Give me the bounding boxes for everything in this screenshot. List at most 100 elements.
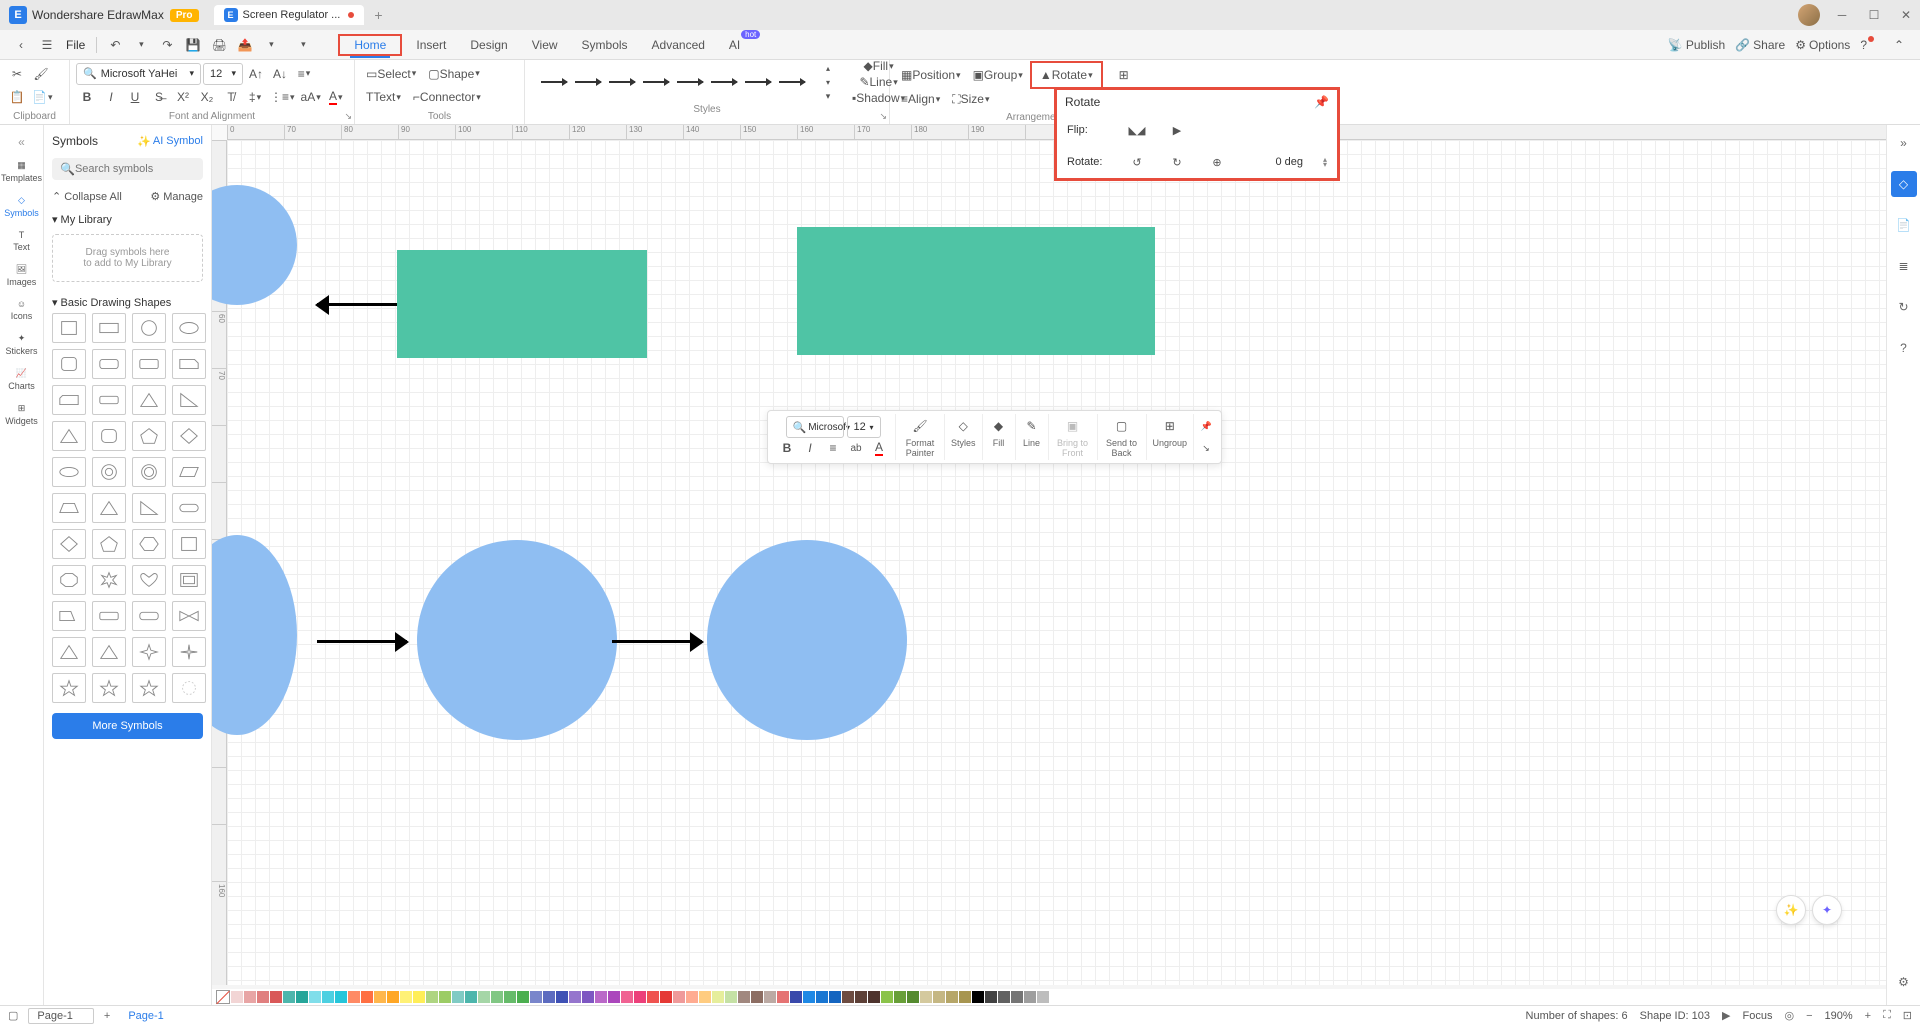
color-swatch[interactable]	[530, 991, 542, 1003]
add-page-button[interactable]: +	[104, 1010, 110, 1022]
shape-roundsq[interactable]	[52, 349, 86, 379]
connector-tool[interactable]: ⌐ Connector▾	[408, 86, 486, 108]
shape-heart[interactable]	[132, 565, 166, 595]
flip-vertical-button[interactable]: ▶	[1167, 120, 1187, 140]
fullscreen-button[interactable]: ⊡	[1903, 1009, 1912, 1022]
print-button[interactable]: 🖨	[208, 34, 230, 56]
canvas-arrow-1[interactable]	[317, 303, 397, 306]
color-swatch[interactable]	[790, 991, 802, 1003]
shape-hexsnip[interactable]	[52, 385, 86, 415]
ft-fill[interactable]: ◆	[989, 416, 1009, 436]
canvas-circle-3[interactable]	[417, 540, 617, 740]
shape-rect[interactable]	[92, 313, 126, 343]
color-swatch[interactable]	[413, 991, 425, 1003]
color-swatch[interactable]	[998, 991, 1010, 1003]
position-button[interactable]: ▦ Position▾	[896, 64, 966, 86]
color-swatch[interactable]	[816, 991, 828, 1003]
shape-gear[interactable]	[172, 673, 206, 703]
color-swatch[interactable]	[686, 991, 698, 1003]
shape-donut[interactable]	[92, 457, 126, 487]
color-swatch[interactable]	[582, 991, 594, 1003]
shape-arrow[interactable]	[92, 637, 126, 667]
color-swatch[interactable]	[387, 991, 399, 1003]
format-painter-button[interactable]: 🖌	[30, 63, 52, 85]
color-swatch[interactable]	[907, 991, 919, 1003]
shape-roundrect[interactable]	[92, 349, 126, 379]
publish-button[interactable]: 📡 Publish	[1668, 38, 1725, 52]
degree-spinner[interactable]: ▴▾	[1323, 157, 1327, 167]
styles-more[interactable]: ▾	[817, 90, 839, 103]
canvas-circle-1[interactable]	[212, 185, 297, 305]
pages-button[interactable]: ▢	[8, 1009, 18, 1022]
symbol-search-input[interactable]	[75, 163, 212, 175]
color-swatch[interactable]	[946, 991, 958, 1003]
ft-font-select[interactable]: 🔍Microsof▾	[786, 416, 844, 438]
options-button[interactable]: ⚙ Options	[1795, 38, 1850, 52]
ft-bring-front[interactable]: ▣	[1063, 416, 1083, 436]
align-dropdown[interactable]: ≡ Align▾	[896, 88, 945, 110]
shape-star5[interactable]	[52, 673, 86, 703]
share-button[interactable]: 🔗 Share	[1735, 38, 1785, 52]
canvas-arrow-3[interactable]	[612, 640, 702, 643]
tab-ai[interactable]: AI hot	[717, 33, 752, 57]
rn-format[interactable]: ◇	[1891, 171, 1917, 197]
canvas-circle-4[interactable]	[707, 540, 907, 740]
color-swatch[interactable]	[725, 991, 737, 1003]
shape-tab[interactable]	[52, 601, 86, 631]
symbol-search[interactable]: 🔍	[52, 158, 203, 180]
ft-ungroup[interactable]: ⊞	[1160, 416, 1180, 436]
color-swatch[interactable]	[244, 991, 256, 1003]
increase-font-button[interactable]: A↑	[245, 63, 267, 85]
shape-diamond[interactable]	[172, 421, 206, 451]
page-tab[interactable]: Page-1	[120, 1008, 171, 1024]
nav-symbols[interactable]: ◇Symbols	[0, 189, 44, 224]
nav-text[interactable]: TText	[0, 224, 44, 258]
color-swatch[interactable]	[478, 991, 490, 1003]
shape-righttri[interactable]	[172, 385, 206, 415]
ft-bold[interactable]: B	[777, 438, 797, 458]
shape-square2[interactable]	[172, 529, 206, 559]
ft-pin[interactable]: 📌	[1196, 416, 1216, 436]
bullets-button[interactable]: ⋮≡▾	[268, 86, 297, 108]
italic-button[interactable]: I	[100, 86, 122, 108]
color-swatch[interactable]	[1037, 991, 1049, 1003]
color-swatch[interactable]	[803, 991, 815, 1003]
collapse-all-button[interactable]: ⌃ Collapse All	[52, 190, 122, 203]
color-swatch[interactable]	[543, 991, 555, 1003]
ai-sparkle-button[interactable]: ✦	[1812, 895, 1842, 925]
case-button[interactable]: aA▾	[299, 86, 323, 108]
color-swatch[interactable]	[296, 991, 308, 1003]
shape-donut2[interactable]	[132, 457, 166, 487]
rotate-reset-button[interactable]: ⊕	[1207, 152, 1227, 172]
color-swatch[interactable]	[751, 991, 763, 1003]
color-swatch[interactable]	[777, 991, 789, 1003]
color-swatch[interactable]	[699, 991, 711, 1003]
rotate-left-button[interactable]: ↺	[1127, 152, 1147, 172]
shape-pentagon2[interactable]	[92, 529, 126, 559]
nav-images[interactable]: 🖼Images	[0, 258, 44, 293]
shape-parallelogram[interactable]	[172, 457, 206, 487]
shape-star6[interactable]	[92, 673, 126, 703]
shape-triangle3[interactable]	[92, 493, 126, 523]
color-swatch[interactable]	[764, 991, 776, 1003]
shape-triangle4[interactable]	[52, 637, 86, 667]
color-swatch[interactable]	[881, 991, 893, 1003]
color-swatch[interactable]	[829, 991, 841, 1003]
file-menu[interactable]: File	[60, 38, 91, 52]
page-select[interactable]: Page-1	[28, 1008, 93, 1024]
color-swatch[interactable]	[933, 991, 945, 1003]
color-swatch[interactable]	[608, 991, 620, 1003]
shape-square[interactable]	[52, 313, 86, 343]
subscript-button[interactable]: X₂	[196, 86, 218, 108]
ai-magic-button[interactable]: ✨	[1776, 895, 1806, 925]
ft-line[interactable]: ✎	[1022, 416, 1042, 436]
color-swatch[interactable]	[569, 991, 581, 1003]
zoom-out-button[interactable]: −	[1806, 1010, 1812, 1022]
shape-star7[interactable]	[132, 673, 166, 703]
font-size-select[interactable]: 12▾	[203, 63, 243, 85]
focus-button[interactable]: ◎	[1784, 1009, 1794, 1022]
color-swatch[interactable]	[309, 991, 321, 1003]
color-swatch[interactable]	[283, 991, 295, 1003]
maximize-button[interactable]: ☐	[1864, 5, 1884, 25]
more-symbols-button[interactable]: More Symbols	[52, 713, 203, 739]
